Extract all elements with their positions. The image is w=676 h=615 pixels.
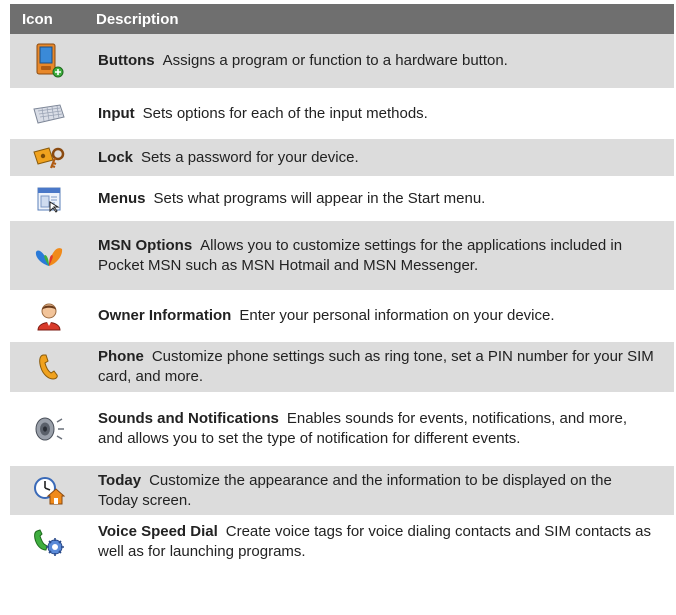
speaker-icon xyxy=(10,414,88,444)
row-description: MSN Options Allows you to customize setti… xyxy=(88,236,674,276)
header-icon-label: Icon xyxy=(22,10,53,28)
row-description: Buttons Assigns a program or function to … xyxy=(88,51,674,71)
table-row: Input Sets options for each of the input … xyxy=(10,90,674,139)
row-description: Input Sets options for each of the input … xyxy=(88,104,674,124)
today-clock-home-icon xyxy=(10,476,88,506)
table-row: Buttons Assigns a program or function to … xyxy=(10,34,674,90)
row-description: Today Customize the appearance and the in… xyxy=(88,471,674,511)
row-description: Voice Speed Dial Create voice tags for vo… xyxy=(88,522,674,562)
table-row: Owner Information Enter your personal inf… xyxy=(10,292,674,342)
row-description: Sounds and Notifications Enables sounds f… xyxy=(88,409,674,449)
menus-window-icon xyxy=(10,185,88,213)
row-name: Voice Speed Dial xyxy=(98,523,218,540)
table-row: Sounds and Notifications Enables sounds f… xyxy=(10,394,674,466)
owner-person-icon xyxy=(10,301,88,331)
settings-table: Icon Description Buttons Assigns a progra… xyxy=(10,4,674,569)
table-row: Voice Speed Dial Create voice tags for vo… xyxy=(10,517,674,569)
table-row: Today Customize the appearance and the in… xyxy=(10,466,674,517)
header-description-label: Description xyxy=(96,10,179,28)
msn-butterfly-icon xyxy=(10,242,88,270)
table-row: Menus Sets what programs will appear in t… xyxy=(10,178,674,221)
row-name: MSN Options xyxy=(98,236,193,254)
row-description: Owner Information Enter your personal inf… xyxy=(88,306,674,326)
row-name: Phone xyxy=(98,348,144,365)
row-name: Lock xyxy=(98,148,134,166)
row-description: Menus Sets what programs will appear in t… xyxy=(88,189,674,209)
voice-dial-phone-gear-icon xyxy=(10,527,88,557)
row-text: Enter your personal information on your … xyxy=(239,307,555,324)
row-description: Phone Customize phone settings such as ri… xyxy=(88,347,674,387)
row-text: Sets a password for your device. xyxy=(141,148,359,166)
row-text: Sets what programs will appear in the St… xyxy=(153,189,486,207)
row-text: Assigns a program or function to a hardw… xyxy=(162,52,508,69)
table-row: Lock Sets a password for your device. xyxy=(10,139,674,178)
row-name: Sounds and Notifications xyxy=(98,410,279,427)
keyboard-icon xyxy=(10,103,88,125)
row-name: Today xyxy=(98,471,142,489)
row-name: Buttons xyxy=(98,52,155,69)
row-text: Customize the appearance and the informa… xyxy=(98,471,612,509)
table-row: Phone Customize phone settings such as ri… xyxy=(10,342,674,394)
table-header: Icon Description xyxy=(10,4,674,34)
row-text: Sets options for each of the input metho… xyxy=(142,104,428,122)
row-name: Input xyxy=(98,104,135,122)
table-row: MSN Options Allows you to customize setti… xyxy=(10,221,674,292)
row-text: Customize phone settings such as ring to… xyxy=(98,348,654,385)
phone-handset-icon xyxy=(10,352,88,382)
buttons-icon xyxy=(10,43,88,79)
lock-key-icon xyxy=(10,144,88,172)
row-name: Owner Information xyxy=(98,307,232,324)
row-description: Lock Sets a password for your device. xyxy=(88,148,674,168)
row-name: Menus xyxy=(98,189,146,207)
